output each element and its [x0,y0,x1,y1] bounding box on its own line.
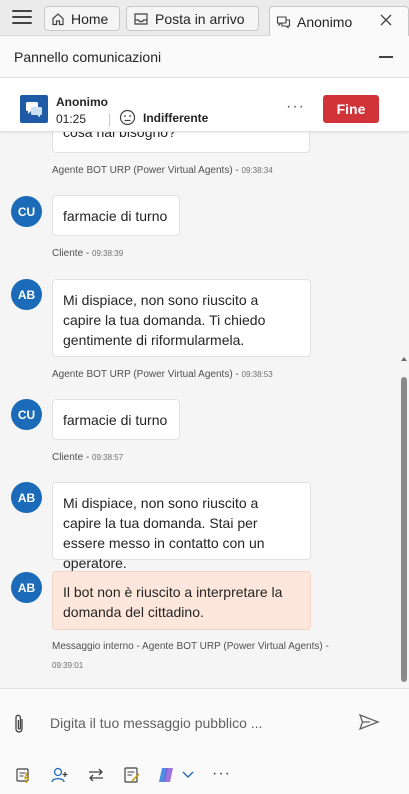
message-input[interactable] [50,713,340,733]
inbox-icon [134,12,148,25]
sentiment-label: Indifferente [143,111,209,125]
transfer-icon[interactable] [86,765,106,785]
conversation-header: Anonimo 01:25 Indifferente ··· Fine [0,78,409,132]
avatar: CU [11,196,42,227]
chat-icon [276,15,291,29]
message-text: cosa hai bisogno? [63,132,176,140]
tab-bar: Home Posta in arrivo Anonimo [0,0,409,36]
message-meta: Messaggio interno - Agente BOT URP (Powe… [52,641,329,670]
consult-icon[interactable] [50,765,70,785]
avatar: AB [11,572,42,603]
avatar: AB [11,279,42,310]
notes-icon[interactable] [122,765,142,785]
quick-reply-icon[interactable] [14,765,34,785]
more-tools-button[interactable]: ··· [212,765,231,783]
avatar: AB [11,482,42,513]
message-bubble: farmacie di turno [52,399,180,440]
panel-header: Pannello comunicazioni [0,36,409,78]
end-conversation-button[interactable]: Fine [323,95,379,123]
neutral-face-icon [119,109,136,126]
customer-name: Anonimo [56,95,108,109]
panel-title: Pannello comunicazioni [14,49,162,65]
scrollbar-thumb[interactable] [401,377,407,682]
conversation-timer: 01:25 [56,112,87,126]
message-meta: Agente BOT URP (Power Virtual Agents) - … [52,165,273,176]
message-text: farmacie di turno [63,412,168,428]
message-meta: Agente BOT URP (Power Virtual Agents) - … [52,369,273,380]
tab-anonimo[interactable]: Anonimo [269,6,409,36]
composer: ··· [0,688,409,794]
internal-note-bubble: Il bot non è riuscito a interpretare la … [52,571,311,630]
message-meta: Cliente - 09:38:39 [52,248,124,259]
divider [109,113,110,127]
message-bubble: cosa hai bisogno? [52,132,310,153]
close-icon[interactable] [380,14,392,26]
message-meta: Cliente - 09:38:57 [52,452,124,463]
conversation-channel-icon [20,95,48,123]
attach-icon[interactable] [12,713,26,735]
message-bubble: Mi dispiace, non sono riuscito a capire … [52,279,311,357]
send-icon[interactable] [358,713,380,731]
tab-anonimo-label: Anonimo [297,13,353,30]
message-text: Mi dispiace, non sono riuscito a capire … [63,495,265,571]
message-text: Il bot non è riuscito a interpretare la … [63,584,283,620]
hamburger-menu-icon[interactable] [12,10,32,26]
message-text: farmacie di turno [63,208,168,224]
chevron-down-icon[interactable] [182,769,194,779]
tab-home[interactable]: Home [44,6,120,31]
home-icon [52,12,64,25]
message-bubble: farmacie di turno [52,195,180,236]
tab-inbox-label: Posta in arrivo [155,10,245,27]
copilot-icon[interactable] [156,765,178,785]
tab-home-label: Home [71,10,109,27]
minimize-icon[interactable] [379,56,393,58]
chat-transcript[interactable]: cosa hai bisogno? Agente BOT URP (Power … [0,132,409,688]
tab-inbox[interactable]: Posta in arrivo [126,6,259,31]
scroll-up-icon[interactable] [400,355,408,363]
message-bubble: Mi dispiace, non sono riuscito a capire … [52,482,311,571]
message-text: Mi dispiace, non sono riuscito a capire … [63,292,266,348]
composer-toolbar: ··· [0,765,409,789]
more-options-button[interactable]: ··· [286,98,305,116]
avatar: CU [11,399,42,430]
